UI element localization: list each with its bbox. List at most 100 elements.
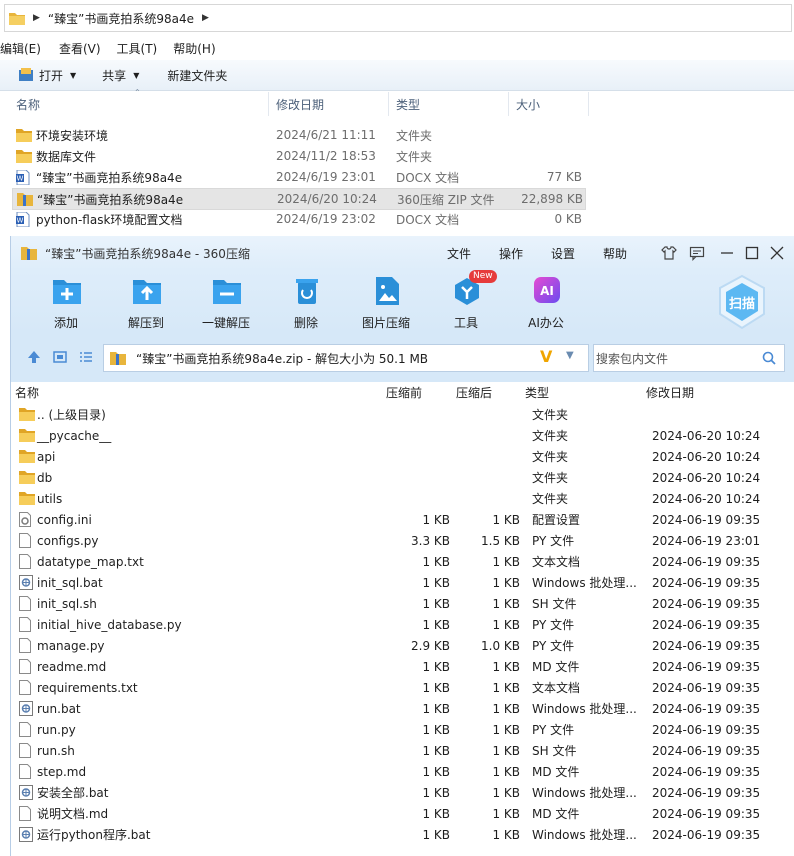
chevron-right-icon[interactable]: ▶ (33, 13, 40, 23)
entry-type: SH 文件 (532, 597, 577, 611)
archive-entry-row[interactable]: 运行python程序.bat 1 KB 1 KB Windows 批处理... 2024… (11, 824, 794, 845)
search-input[interactable]: 搜索包内文件 (593, 344, 785, 372)
archive-entry-row[interactable]: manage.py 2.9 KB 1.0 KB PY 文件 2024-06-19 09:… (11, 635, 794, 656)
archive-entry-row[interactable]: readme.md 1 KB 1 KB MD 文件 2024-06-19 09:35 (11, 656, 794, 677)
column-divider[interactable] (588, 92, 589, 116)
archive-entry-row[interactable]: run.py 1 KB 1 KB PY 文件 2024-06-19 09:35 (11, 719, 794, 740)
entry-name: manage.py (37, 638, 105, 653)
svg-text:W: W (17, 217, 24, 225)
list-view-icon[interactable] (79, 351, 93, 363)
file-row[interactable]: Wpython-flask环境配置文档 2024/6/19 23:02 DOCX 文… (12, 209, 584, 229)
menu-tools[interactable]: 工具(T) (117, 40, 158, 57)
share-button[interactable]: 共享 ▼ (102, 67, 139, 84)
archive-entry-row[interactable]: db 文件夹 2024-06-20 10:24 (11, 467, 794, 488)
tools-button[interactable]: New 工具 (429, 270, 503, 334)
explorer-toolbar: 打开 ▼ 共享 ▼ 新建文件夹 (0, 60, 794, 91)
image-compress-label: 图片压缩 (361, 316, 410, 330)
chevron-right-icon[interactable]: ▶ (202, 13, 209, 23)
column-header-name[interactable]: 名称 (16, 92, 40, 116)
v-badge-icon[interactable]: V (540, 347, 552, 366)
skin-icon[interactable] (661, 245, 677, 261)
menu-view[interactable]: 查看(V) (59, 40, 101, 57)
one-click-extract-button[interactable]: 一键解压 (189, 270, 263, 334)
column-header-type[interactable]: 类型 (396, 92, 420, 116)
menu-edit[interactable]: 编辑(E) (0, 40, 41, 57)
address-bar[interactable]: ▶ “臻宝”书画竞拍系统98a4e ▶ (4, 4, 792, 32)
add-icon (53, 280, 81, 304)
archive-entry-row[interactable]: requirements.txt 1 KB 1 KB 文本文档 2024-06-19 0… (11, 677, 794, 698)
entry-modified: 2024-06-20 10:24 (652, 491, 761, 506)
extract-to-button[interactable]: 解压到 (109, 270, 183, 334)
archive-entry-row[interactable]: configs.py 3.3 KB 1.5 KB PY 文件 2024-06-19 23… (11, 530, 794, 551)
chevron-down-icon[interactable]: ▼ (566, 350, 574, 361)
column-divider[interactable] (388, 92, 389, 116)
file-icon (19, 722, 33, 737)
add-button[interactable]: 添加 (29, 270, 103, 334)
delete-button[interactable]: 删除 (269, 270, 343, 334)
thumbnail-view-icon[interactable] (53, 351, 67, 363)
entry-modified: 2024-06-19 09:35 (652, 806, 761, 821)
zip-menu-help[interactable]: 帮助 (603, 245, 627, 262)
file-type: 文件夹 (396, 128, 433, 143)
archive-entry-row[interactable]: init_sql.sh 1 KB 1 KB SH 文件 2024-06-19 09:35 (11, 593, 794, 614)
entry-modified: 2024-06-20 10:24 (652, 470, 761, 485)
column-divider[interactable] (268, 92, 269, 116)
entry-type: 文件夹 (532, 471, 569, 485)
archive-entry-row[interactable]: config.ini 1 KB 1 KB 配置设置 2024-06-19 09:35 (11, 509, 794, 530)
open-button[interactable]: 打开 ▼ (18, 67, 76, 84)
archive-entry-row[interactable]: 说明文档.md 1 KB 1 KB MD 文件 2024-06-19 09:35 (11, 803, 794, 824)
minimize-icon[interactable] (719, 245, 735, 261)
file-row[interactable]: “臻宝”书画竞拍系统98a4e 2024/6/20 10:24 360压缩 ZIP … (12, 188, 586, 210)
breadcrumb[interactable]: “臻宝”书画竞拍系统98a4e (48, 10, 194, 27)
archive-entry-row[interactable]: initial_hive_database.py 1 KB 1 KB PY 文件 202… (11, 614, 794, 635)
zip-column-type[interactable]: 类型 (525, 382, 549, 402)
archive-entry-row[interactable]: run.bat 1 KB 1 KB Windows 批处理... 2024-06-19 … (11, 698, 794, 719)
archive-entry-row[interactable]: init_sql.bat 1 KB 1 KB Windows 批处理... 2024-0… (11, 572, 794, 593)
zip-menu-settings[interactable]: 设置 (551, 245, 575, 262)
file-row[interactable]: W “臻宝”书画竞拍系统98a4e 2024/6/19 23:01 DOCX 文档 77… (12, 167, 584, 187)
entry-type: 文件夹 (532, 450, 569, 464)
entry-modified: 2024-06-20 10:24 (652, 428, 761, 443)
new-folder-button[interactable]: 新建文件夹 (167, 67, 227, 84)
entry-name: run.py (37, 722, 76, 737)
ai-office-label: AI办公 (528, 316, 564, 330)
menu-help[interactable]: 帮助(H) (173, 40, 215, 57)
archive-path-field[interactable]: “臻宝”书画竞拍系统98a4e.zip - 解包大小为 50.1 MB V ▼ (103, 344, 589, 372)
ai-office-button[interactable]: AI AI办公 (509, 270, 583, 334)
archive-entry-row[interactable]: datatype_map.txt 1 KB 1 KB 文本文档 2024-06-19 0… (11, 551, 794, 572)
svg-text:AI: AI (540, 284, 554, 298)
archive-entry-row[interactable]: 安装全部.bat 1 KB 1 KB Windows 批处理... 2024-06-19… (11, 782, 794, 803)
column-divider[interactable] (508, 92, 509, 116)
file-row[interactable]: 数据库文件 2024/11/2 18:53 文件夹 (12, 146, 584, 166)
feedback-icon[interactable] (689, 245, 705, 261)
zip-column-before[interactable]: 压缩前 (386, 382, 422, 402)
search-icon[interactable] (762, 351, 776, 365)
entry-modified: 2024-06-19 09:35 (652, 827, 761, 842)
one-click-extract-label: 一键解压 (201, 316, 250, 330)
column-header-size[interactable]: 大小 (516, 92, 540, 116)
zip-column-modified[interactable]: 修改日期 (646, 382, 694, 402)
archive-entry-row[interactable]: __pycache__ 文件夹 2024-06-20 10:24 (11, 425, 794, 446)
entry-size-after: 1 KB (492, 743, 520, 758)
archive-entry-row[interactable]: api 文件夹 2024-06-20 10:24 (11, 446, 794, 467)
archive-entry-row[interactable]: step.md 1 KB 1 KB MD 文件 2024-06-19 09:35 (11, 761, 794, 782)
up-arrow-icon[interactable] (27, 350, 41, 364)
entry-size-after: 1 KB (492, 764, 520, 779)
zip-menu-file[interactable]: 文件 (447, 245, 471, 262)
archive-entry-row[interactable]: run.sh 1 KB 1 KB SH 文件 2024-06-19 09:35 (11, 740, 794, 761)
image-compress-button[interactable]: 图片压缩 (349, 270, 423, 334)
entry-name: configs.py (37, 533, 99, 548)
entry-size-before: 1 KB (422, 806, 450, 821)
archive-entry-row[interactable]: .. (上级目录) 文件夹 (11, 404, 794, 425)
scan-button[interactable]: 扫描 (717, 274, 767, 330)
close-icon[interactable] (769, 245, 785, 261)
file-row[interactable]: 环境安装环境 2024/6/21 11:11 文件夹 (12, 125, 584, 145)
new-folder-label: 新建文件夹 (167, 68, 228, 83)
archive-entry-row[interactable]: utils 文件夹 2024-06-20 10:24 (11, 488, 794, 509)
zip-column-name[interactable]: 名称 (15, 382, 39, 402)
maximize-icon[interactable] (744, 245, 760, 261)
zip-column-after[interactable]: 压缩后 (456, 382, 492, 402)
column-header-date[interactable]: 修改日期 (276, 92, 324, 116)
file-date: 2024/11/2 18:53 (276, 149, 376, 163)
zip-menu-operation[interactable]: 操作 (499, 245, 523, 262)
